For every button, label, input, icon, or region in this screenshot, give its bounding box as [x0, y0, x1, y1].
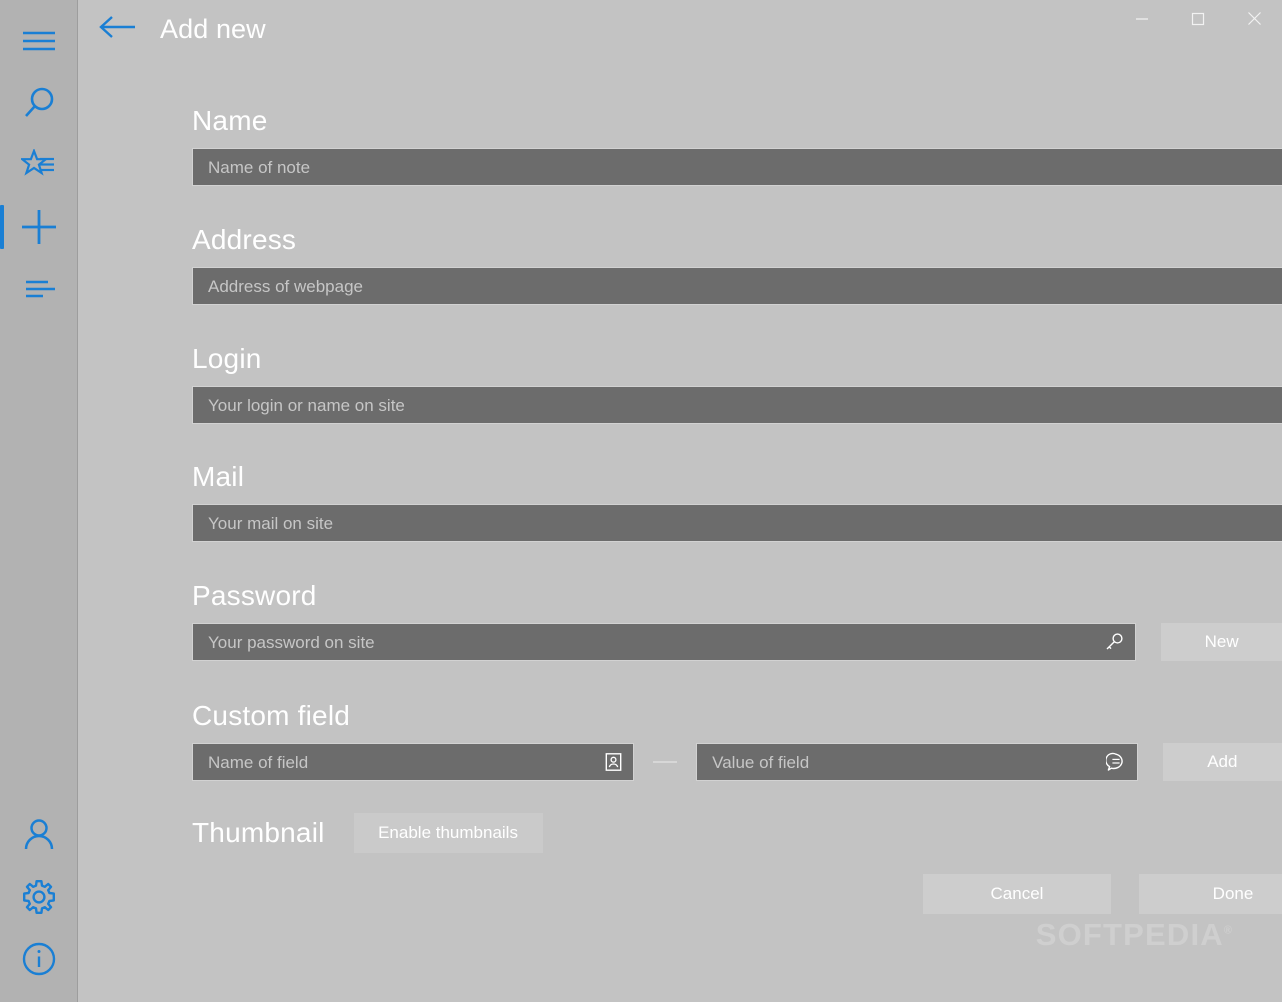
star-list-icon: [21, 149, 57, 181]
maximize-icon: [1191, 12, 1205, 25]
thumbnail-row: Thumbnail Enable thumbnails: [192, 813, 1282, 853]
custom-field-value-placeholder: Value of field: [712, 752, 810, 772]
custom-field-row: Name of field Value of field Add: [192, 743, 1282, 781]
mail-label: Mail: [192, 461, 245, 492]
custom-field-value-input[interactable]: Value of field: [696, 743, 1138, 781]
form-actions: Cancel Done: [192, 874, 1282, 914]
page-title: Add new: [160, 13, 266, 44]
cancel-button[interactable]: Cancel: [923, 874, 1111, 914]
done-button[interactable]: Done: [1139, 874, 1282, 914]
speech-bubble-icon: [1105, 752, 1126, 772]
thumbnail-label: Thumbnail: [192, 817, 325, 848]
selection-indicator: [0, 205, 4, 249]
login-input[interactable]: Your login or name on site: [192, 386, 1282, 424]
enable-thumbnails-button[interactable]: Enable thumbnails: [353, 813, 543, 853]
watermark-registered-mark: ®: [1223, 924, 1232, 937]
list-lines-icon: [22, 276, 56, 302]
password-placeholder: Your password on site: [208, 632, 375, 652]
hamburger-menu-icon: [22, 29, 56, 53]
login-placeholder: Your login or name on site: [208, 395, 405, 415]
sidebar-item-add[interactable]: [0, 196, 78, 258]
mail-input[interactable]: Your mail on site: [192, 504, 1282, 542]
back-button[interactable]: [90, 7, 146, 51]
info-circle-icon: [22, 942, 56, 976]
search-icon: [22, 86, 56, 120]
login-label: Login: [192, 343, 262, 374]
sidebar-item-settings[interactable]: [0, 866, 78, 928]
window-controls: [1114, 0, 1282, 37]
sidebar: [0, 0, 78, 1002]
address-label: Address: [192, 224, 297, 255]
address-placeholder: Address of webpage: [208, 276, 363, 296]
name-label: Name: [192, 105, 268, 136]
back-arrow-icon: [99, 14, 137, 45]
main-panel: Add new Name Name of note Address Addres…: [78, 0, 1282, 1002]
name-placeholder: Name of note: [208, 157, 311, 177]
password-label: Password: [192, 580, 317, 611]
sidebar-item-account[interactable]: [0, 804, 78, 866]
password-input[interactable]: Your password on site: [192, 623, 1137, 661]
softpedia-watermark: SOFTPEDIA®: [1036, 919, 1232, 950]
sidebar-item-notes[interactable]: [0, 258, 78, 320]
app-window: Add new Name Name of note Address Addres…: [0, 0, 1282, 1002]
address-input[interactable]: Address of webpage: [192, 267, 1282, 305]
minimize-button[interactable]: [1114, 0, 1170, 37]
custom-field-separator: [652, 761, 678, 763]
custom-field-name-input[interactable]: Name of field: [192, 743, 634, 781]
minimize-icon: [1136, 17, 1148, 20]
sidebar-item-search[interactable]: [0, 72, 78, 134]
titlebar: Add new: [78, 0, 1282, 58]
watermark-text: SOFTPEDIA: [1035, 917, 1224, 952]
person-icon: [21, 817, 57, 853]
add-custom-field-button[interactable]: Add: [1162, 743, 1282, 781]
password-row: Your password on site New: [192, 623, 1282, 661]
name-input[interactable]: Name of note: [192, 148, 1282, 186]
custom-field-label: Custom field: [192, 700, 351, 731]
key-icon: [1104, 632, 1124, 652]
sidebar-item-menu[interactable]: [0, 10, 78, 72]
sidebar-item-favorites[interactable]: [0, 134, 78, 196]
close-button[interactable]: [1226, 0, 1282, 37]
mail-placeholder: Your mail on site: [208, 513, 334, 533]
close-icon: [1247, 12, 1261, 25]
contact-card-icon: [605, 753, 622, 772]
maximize-button[interactable]: [1170, 0, 1226, 37]
plus-icon: [20, 208, 58, 246]
gear-icon: [20, 878, 58, 916]
sidebar-item-about[interactable]: [0, 928, 78, 1002]
add-new-form: Name Name of note Address Address of web…: [78, 107, 1282, 914]
new-password-button[interactable]: New: [1161, 623, 1282, 661]
custom-field-name-placeholder: Name of field: [208, 752, 309, 772]
